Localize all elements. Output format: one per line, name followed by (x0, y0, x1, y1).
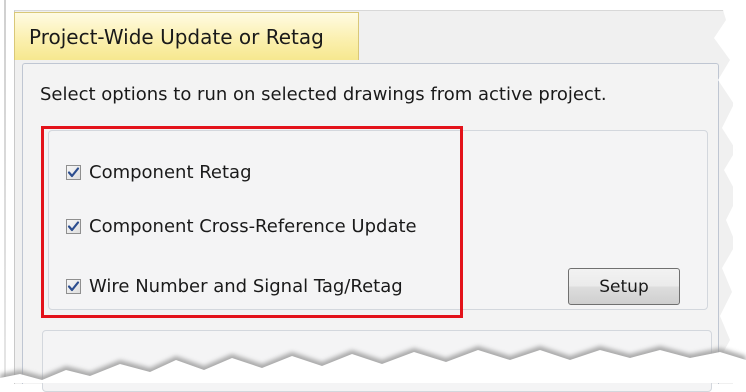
screenshot: Project-Wide Update or Retag Select opti… (0, 0, 746, 392)
torn-edge-border (0, 0, 746, 383)
